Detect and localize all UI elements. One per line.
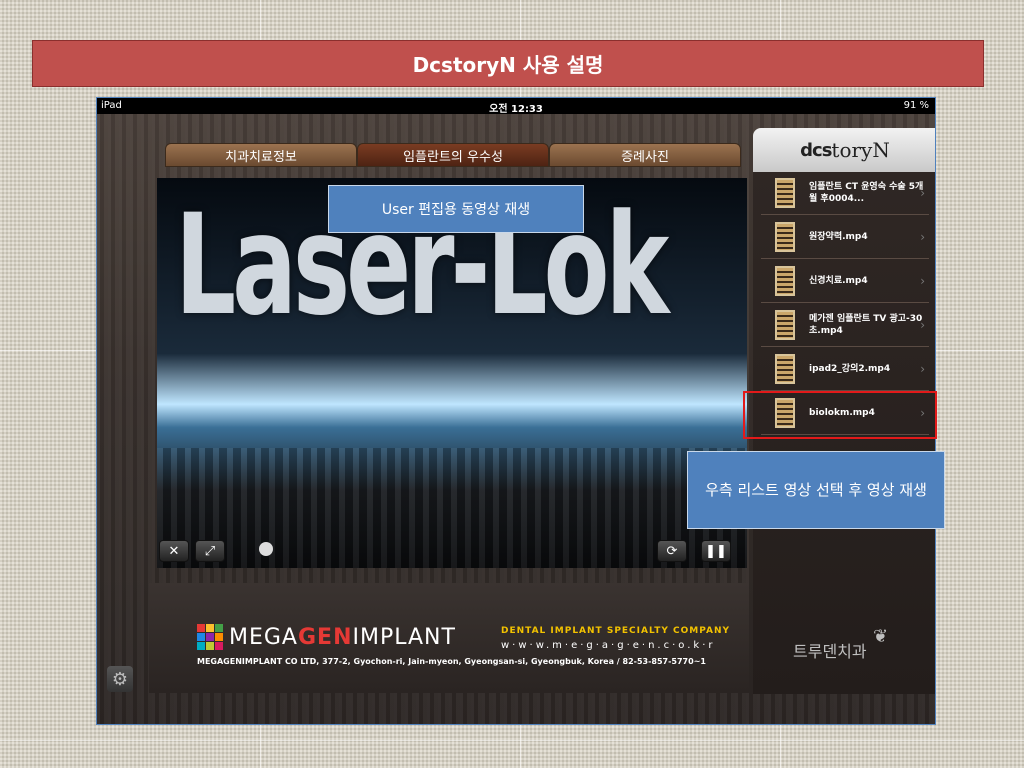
megagen-logo: MEGAGENIMPLANT: [197, 623, 456, 651]
playlist-item[interactable]: 메가젠 임플란트 TV 광고-30초.mp4 ›: [761, 304, 929, 347]
close-icon[interactable]: ✕: [159, 540, 189, 562]
background-grid-line: [0, 740, 1024, 741]
megagen-logo-squares-icon: [197, 624, 223, 650]
slide-title: DcstoryN 사용 설명: [32, 40, 984, 87]
film-icon: [775, 178, 795, 208]
video-controls: ✕ ⤢ ⟳ ❚❚: [159, 538, 745, 564]
wordmark-implant: IMPLANT: [352, 624, 456, 650]
pause-icon[interactable]: ❚❚: [701, 540, 731, 562]
tab-implant-excellence[interactable]: 임플란트의 우수성: [357, 143, 549, 167]
company-url: w·w·w.m·e·g·a·g·e·n.c·o.k·r: [501, 640, 716, 651]
company-address: MEGAGENIMPLANT CO LTD, 377-2, Gyochon-ri…: [197, 657, 706, 666]
film-icon: [775, 266, 795, 296]
chevron-right-icon: ›: [920, 230, 925, 244]
film-icon: [775, 354, 795, 384]
wordmark-mega: MEGA: [229, 624, 298, 650]
playlist-callout: 우측 리스트 영상 선택 후 영상 재생: [687, 451, 945, 529]
fullscreen-icon[interactable]: ⤢: [195, 540, 225, 562]
leaf-icon: ❦: [873, 626, 889, 647]
chevron-right-icon: ›: [920, 318, 925, 332]
playlist-item-title: 원장약력.mp4: [809, 232, 868, 242]
repeat-icon[interactable]: ⟳: [657, 540, 687, 562]
wordmark-gen: GEN: [297, 624, 353, 650]
category-tabs: 치과치료정보 임플란트의 우수성 증례사진: [165, 143, 741, 167]
progress-scrubber[interactable]: [259, 542, 273, 556]
gear-icon[interactable]: ⚙: [107, 666, 133, 692]
chevron-right-icon: ›: [920, 362, 925, 376]
playlist-item[interactable]: 신경치료.mp4 ›: [761, 260, 929, 303]
playlist-item-title: 임플란트 CT 윤영숙 수술 5개월 후0004...: [809, 182, 924, 204]
playlist-item-title: 신경치료.mp4: [809, 276, 868, 286]
tab-case-photos[interactable]: 증례사진: [549, 143, 741, 167]
playlist-item[interactable]: 원장약력.mp4 ›: [761, 216, 929, 259]
playlist-item[interactable]: ipad2_강의2.mp4 ›: [761, 348, 929, 391]
playlist-item-title: 메가젠 임플란트 TV 광고-30초.mp4: [809, 314, 923, 336]
logo-suffix: toryN: [831, 138, 890, 162]
megagen-wordmark: MEGAGENIMPLANT: [229, 625, 456, 650]
clinic-logo: 트루덴치과: [793, 642, 867, 661]
tab-treatment-info[interactable]: 치과치료정보: [165, 143, 357, 167]
film-icon: [775, 310, 795, 340]
video-player[interactable]: Laser-Lok: [157, 178, 747, 568]
video-callout: User 편집용 동영상 재생: [328, 185, 584, 233]
selection-highlight: [743, 391, 937, 439]
logo-prefix: dcs: [800, 139, 832, 161]
battery-indicator: 91 %: [903, 100, 929, 111]
clock: 오전 12:33: [489, 104, 543, 115]
film-icon: [775, 222, 795, 252]
chevron-right-icon: ›: [920, 274, 925, 288]
status-bar: iPad 오전 12:33 91 %: [97, 98, 935, 115]
playlist-item-title: ipad2_강의2.mp4: [809, 364, 891, 374]
company-tagline: DENTAL IMPLANT SPECIALTY COMPANY: [501, 626, 731, 636]
playlist-item[interactable]: 임플란트 CT 윤영숙 수술 5개월 후0004... ›: [761, 172, 929, 215]
chevron-right-icon: ›: [920, 186, 925, 200]
app-logo: dcs toryN: [753, 128, 935, 172]
